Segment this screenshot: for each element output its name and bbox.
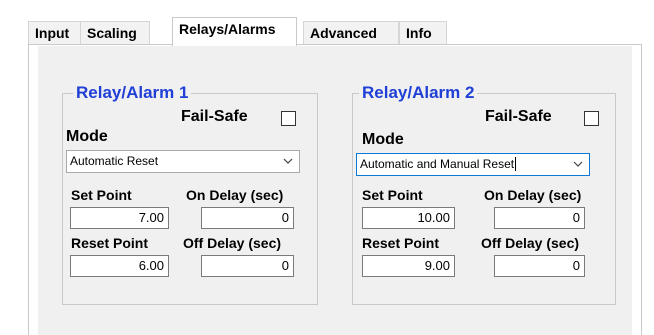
tab-relays-alarms[interactable]: Relays/Alarms — [172, 17, 297, 46]
on-delay-1-input[interactable]: 0 — [201, 207, 294, 229]
mode-2-label: Mode — [362, 131, 404, 148]
off-delay-2-input[interactable]: 0 — [494, 255, 585, 277]
chevron-down-icon — [283, 158, 293, 164]
text-cursor — [515, 156, 517, 171]
set-point-1-input[interactable]: 7.00 — [70, 207, 169, 229]
tab-info[interactable]: Info — [399, 21, 447, 45]
fail-safe-2-checkbox[interactable] — [584, 111, 599, 126]
relay-alarm-1-group: Relay/Alarm 1 Fail-Safe Mode Automatic R… — [62, 83, 318, 305]
tab-active-connector — [173, 43, 296, 46]
chevron-down-icon — [573, 161, 583, 167]
reset-point-2-label: Reset Point — [362, 235, 440, 251]
off-delay-1-input[interactable]: 0 — [201, 255, 294, 277]
tab-scaling[interactable]: Scaling — [80, 21, 150, 45]
relay-alarm-2-title: Relay/Alarm 2 — [359, 83, 478, 103]
relay-alarm-2-group: Relay/Alarm 2 Fail-Safe Mode Automatic a… — [352, 83, 616, 305]
set-point-2-input[interactable]: 10.00 — [362, 207, 455, 229]
reset-point-2-input[interactable]: 9.00 — [362, 255, 455, 277]
off-delay-1-label: Off Delay (sec) — [183, 235, 282, 251]
tab-input[interactable]: Input — [28, 21, 81, 45]
reset-point-1-label: Reset Point — [71, 235, 149, 251]
relays-alarms-window: Input Scaling Relays/Alarms Advanced Inf… — [0, 0, 654, 335]
mode-2-value: Automatic and Manual Reset — [360, 157, 515, 171]
set-point-1-label: Set Point — [71, 187, 132, 203]
on-delay-2-label: On Delay (sec) — [484, 187, 582, 203]
tab-page-body: Relay/Alarm 1 Fail-Safe Mode Automatic R… — [38, 46, 632, 335]
mode-2-select[interactable]: Automatic and Manual Reset — [356, 153, 590, 176]
mode-1-value: Automatic Reset — [70, 154, 159, 168]
mode-1-label: Mode — [66, 128, 108, 145]
tab-advanced[interactable]: Advanced — [303, 21, 399, 45]
reset-point-1-input[interactable]: 6.00 — [70, 255, 169, 277]
off-delay-2-label: Off Delay (sec) — [481, 235, 580, 251]
fail-safe-1-label: Fail-Safe — [181, 108, 248, 125]
mode-1-select[interactable]: Automatic Reset — [66, 150, 300, 173]
fail-safe-2-label: Fail-Safe — [485, 108, 552, 125]
set-point-2-label: Set Point — [362, 187, 423, 203]
relay-alarm-1-title: Relay/Alarm 1 — [73, 83, 192, 103]
fail-safe-1-checkbox[interactable] — [281, 111, 296, 126]
on-delay-2-input[interactable]: 0 — [494, 207, 585, 229]
on-delay-1-label: On Delay (sec) — [186, 187, 284, 203]
